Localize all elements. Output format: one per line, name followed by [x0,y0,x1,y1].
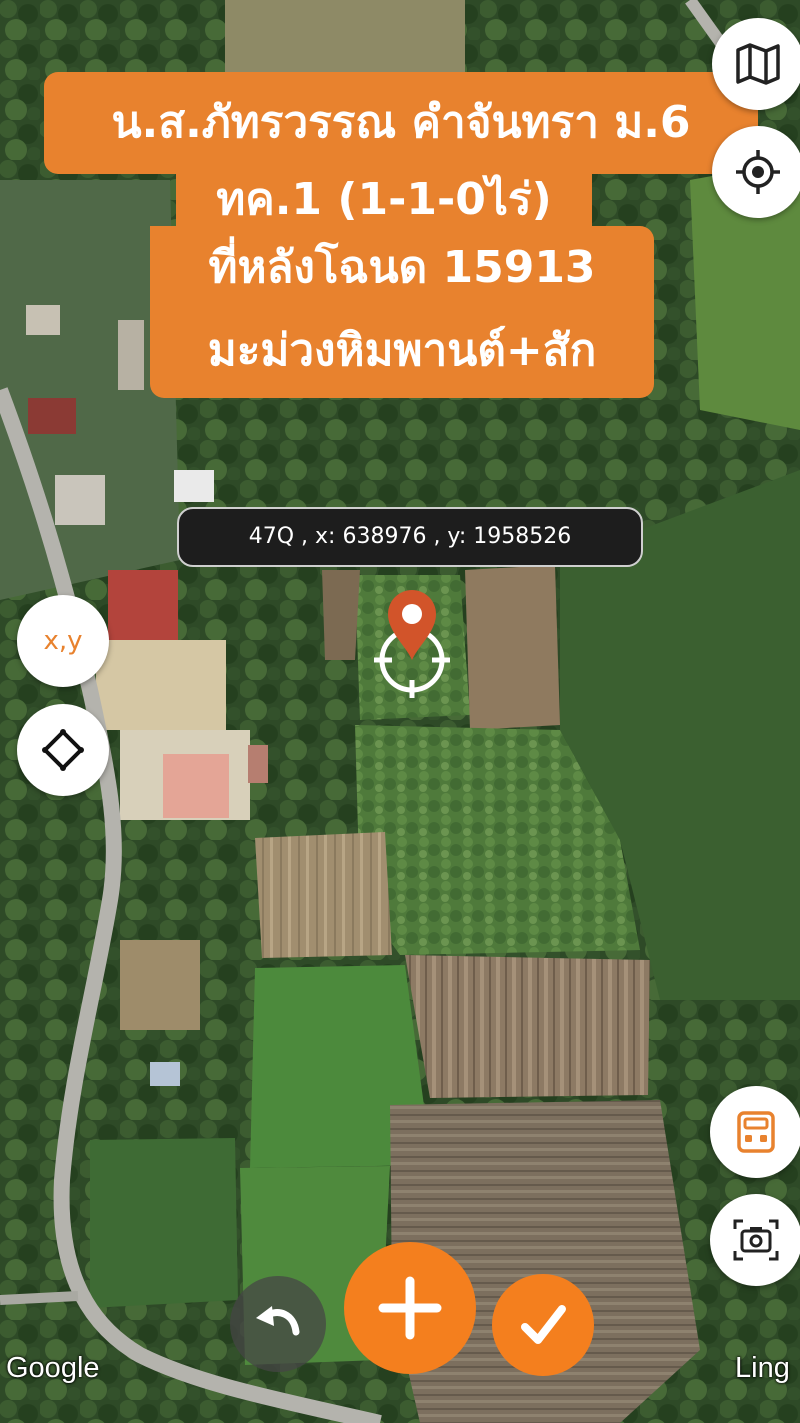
deed-number-label: ที่หลังโฉนด 15913 [208,242,596,293]
confirm-button[interactable] [492,1274,594,1376]
crop-label: มะม่วงหิมพานต์+สัก [207,325,597,376]
map-layers-button[interactable] [712,18,800,110]
deed-crop-label: ที่หลังโฉนด 15913 มะม่วงหิมพานต์+สัก [150,226,654,398]
plus-icon [378,1276,442,1340]
navigate-button[interactable] [17,704,109,796]
my-location-button[interactable] [712,126,800,218]
calculator-button[interactable] [710,1086,800,1178]
parcel-area-label: ทค.1 (1-1-0ไร่) [176,172,592,228]
parcel-title-block: น.ส.ภัทรวรรณ คำจันทรา ม.6 ทค.1 (1-1-0ไร่… [0,0,800,400]
coordinate-readout: 47Q , x: 638976 , y: 1958526 [177,507,643,567]
xy-coordinate-button[interactable]: x,y [17,595,109,687]
google-attribution: Google [6,1352,100,1384]
add-point-button[interactable] [344,1242,476,1374]
location-pin-icon[interactable] [372,588,452,704]
check-icon [521,1305,566,1344]
owner-name-label: น.ส.ภัทรวรรณ คำจันทรา ม.6 [44,72,758,174]
diamond-nav-icon [42,729,84,771]
undo-button[interactable] [230,1276,326,1372]
crosshair-icon [736,150,780,194]
map-icon [736,43,780,85]
xy-button-label: x,y [43,626,83,656]
camera-button[interactable] [710,1194,800,1286]
calculator-icon [737,1111,775,1153]
partner-attribution: Ling [735,1352,790,1384]
undo-icon [256,1306,300,1336]
camera-icon [733,1219,779,1261]
